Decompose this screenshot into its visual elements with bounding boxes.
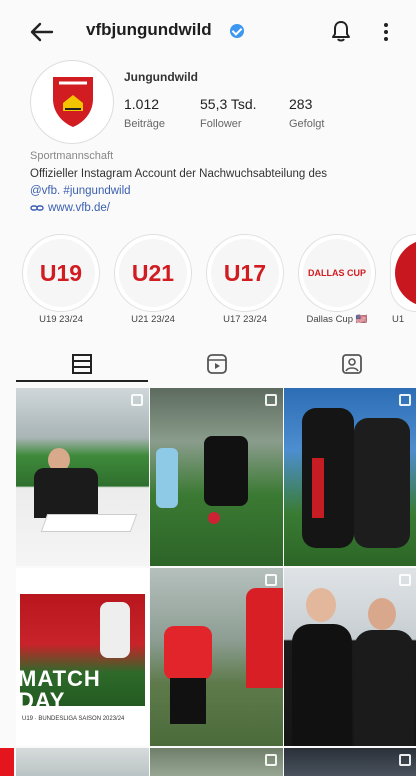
profile-display-name: Jungundwild bbox=[124, 70, 198, 84]
top-bar: vfbjungundwild bbox=[0, 0, 416, 62]
bio-hashtag-link[interactable]: #jungundwild bbox=[63, 185, 130, 197]
grid-posts-tab-icon[interactable] bbox=[70, 352, 94, 376]
highlight-u19-cover: U19 bbox=[27, 239, 95, 307]
highlight-u21-cover: U21 bbox=[119, 239, 187, 307]
profile-category: Sportmannschaft bbox=[30, 150, 114, 162]
post-thumbnail[interactable] bbox=[150, 568, 283, 746]
post-thumbnail[interactable] bbox=[284, 748, 416, 776]
active-tab-indicator bbox=[16, 380, 148, 382]
carousel-icon bbox=[265, 574, 277, 586]
bio-mention-link[interactable]: @vfb. bbox=[30, 185, 60, 197]
bio-text: Offizieller Instagram Account der Nachwu… bbox=[30, 168, 328, 180]
highlight-u17[interactable]: U17 bbox=[206, 234, 284, 312]
post-thumbnail[interactable] bbox=[150, 388, 283, 566]
profile-avatar[interactable] bbox=[30, 60, 114, 144]
stat-following-value: 283 bbox=[289, 96, 313, 112]
carousel-icon bbox=[399, 394, 411, 406]
profile-tabs bbox=[0, 344, 416, 384]
highlight-u17-cover: U17 bbox=[211, 239, 279, 307]
highlight-dallas-cup[interactable]: DALLAS CUP bbox=[298, 234, 376, 312]
carousel-icon bbox=[399, 754, 411, 766]
profile-bio: Offizieller Instagram Account der Nachwu… bbox=[30, 166, 400, 200]
highlight-dallas-cup-cover: DALLAS CUP bbox=[303, 239, 371, 307]
carousel-icon bbox=[399, 574, 411, 586]
stat-followers-value: 55,3 Tsd. bbox=[200, 96, 257, 112]
link-icon bbox=[30, 205, 44, 211]
highlight-u17-label: U17 23/24 bbox=[223, 314, 267, 325]
verified-badge-icon bbox=[230, 24, 244, 38]
profile-username: vfbjungundwild bbox=[86, 20, 212, 39]
highlight-u19-label: U19 23/24 bbox=[39, 314, 83, 325]
highlight-u19[interactable]: U19 bbox=[22, 234, 100, 312]
stat-posts[interactable]: 1.012 Beiträge bbox=[124, 96, 165, 130]
highlight-u21[interactable]: U21 bbox=[114, 234, 192, 312]
reels-tab-icon[interactable] bbox=[205, 352, 229, 376]
highlight-next[interactable] bbox=[390, 234, 416, 312]
highlight-u21-label: U21 23/24 bbox=[131, 314, 175, 325]
vfb-logo-icon bbox=[53, 77, 93, 127]
back-arrow-icon[interactable] bbox=[28, 18, 56, 46]
matchday-caption: MATCH DAY bbox=[18, 666, 101, 713]
more-options-icon[interactable] bbox=[378, 20, 394, 44]
post-thumbnail[interactable] bbox=[284, 388, 416, 566]
highlight-next-cover bbox=[395, 239, 416, 307]
red-corner-badge bbox=[0, 748, 14, 776]
stat-followers[interactable]: 55,3 Tsd. Follower bbox=[200, 96, 257, 130]
profile-website-link[interactable]: www.vfb.de/ bbox=[30, 202, 110, 214]
post-thumbnail[interactable] bbox=[150, 748, 283, 776]
post-thumbnail[interactable] bbox=[16, 388, 149, 566]
stat-posts-value: 1.012 bbox=[124, 96, 160, 112]
carousel-icon bbox=[131, 394, 143, 406]
stat-following-label: Gefolgt bbox=[289, 118, 325, 130]
post-thumbnail[interactable]: MATCH DAY U19 · BUNDESLIGA SAISON 2023/2… bbox=[16, 568, 149, 746]
notification-bell-icon[interactable] bbox=[328, 18, 354, 44]
stat-followers-label: Follower bbox=[200, 118, 242, 130]
carousel-icon bbox=[265, 394, 277, 406]
carousel-icon bbox=[265, 754, 277, 766]
website-link-text: www.vfb.de/ bbox=[48, 202, 110, 214]
stat-posts-label: Beiträge bbox=[124, 118, 165, 130]
post-thumbnail[interactable] bbox=[16, 748, 149, 776]
post-thumbnail[interactable] bbox=[284, 568, 416, 746]
highlight-dallas-cup-label: Dallas Cup 🇺🇸 bbox=[306, 314, 368, 325]
stat-following[interactable]: 283 Gefolgt bbox=[289, 96, 324, 130]
tagged-tab-icon[interactable] bbox=[340, 352, 364, 376]
highlight-next-label: U1 bbox=[392, 314, 405, 325]
matchday-subtitle: U19 · BUNDESLIGA SAISON 2023/24 bbox=[22, 716, 125, 722]
